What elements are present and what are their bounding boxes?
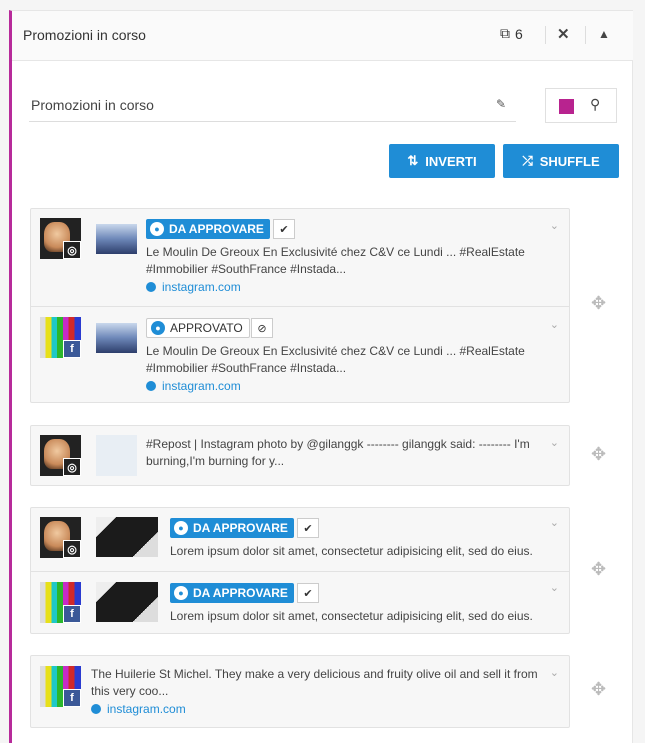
post-thumbnail: [96, 435, 137, 476]
color-swatch: [559, 99, 574, 114]
user-icon: ●: [174, 586, 188, 600]
instagram-icon: ◎: [63, 458, 81, 476]
post-count: 6: [515, 25, 523, 42]
instagram-icon: ◎: [63, 241, 81, 259]
status-badge: ● DA APPROVARE: [170, 518, 294, 538]
drag-handle-icon[interactable]: ✥: [591, 293, 606, 314]
panel-title: Promozioni in corso: [23, 27, 146, 43]
close-icon[interactable]: ✕: [557, 25, 570, 43]
header-divider: [545, 26, 546, 44]
copy-icon: ⧉: [500, 25, 510, 41]
avatar: ◎: [40, 517, 81, 558]
drag-handle-icon[interactable]: ✥: [591, 679, 606, 700]
promotions-panel: Promozioni in corso ⧉ 6 ✕ ▲ Promozioni i…: [9, 10, 633, 743]
user-icon: ●: [174, 521, 188, 535]
chevron-down-icon[interactable]: ⌄: [550, 436, 559, 449]
status-badge: ● DA APPROVARE: [170, 583, 294, 603]
post-thumbnail: [96, 582, 158, 622]
chevron-down-icon[interactable]: ⌄: [550, 666, 559, 679]
post-row: f ● APPROVATO ⊘ Le Moulin De Greoux En Ex…: [31, 306, 569, 403]
chevron-up-icon[interactable]: ▲: [598, 27, 610, 41]
post-link[interactable]: instagram.com: [146, 280, 241, 294]
name-field[interactable]: Promozioni in corso ✎: [29, 87, 516, 122]
color-picker[interactable]: ⚲: [545, 88, 617, 123]
post-row: ◎ ● DA APPROVARE ✔ Le Moulin De Greoux En…: [31, 209, 569, 306]
globe-icon: [146, 282, 156, 292]
user-icon: ●: [151, 321, 165, 335]
chevron-down-icon[interactable]: ⌄: [550, 318, 559, 331]
facebook-icon: f: [63, 689, 81, 707]
post-thumbnail: [96, 323, 137, 353]
shuffle-icon: ⤮: [522, 153, 533, 168]
post-link[interactable]: instagram.com: [91, 702, 186, 716]
globe-icon: [91, 704, 101, 714]
drag-handle-icon[interactable]: ✥: [591, 559, 606, 580]
post-row: f ● DA APPROVARE ✔ Lorem ipsum dolor sit …: [31, 571, 569, 634]
post-thumbnail: [96, 517, 158, 557]
post-group: ◎ #Repost | Instagram photo by @gilanggk…: [30, 425, 570, 486]
post-text: Le Moulin De Greoux En Exclusivité chez …: [146, 245, 525, 276]
sort-icon: ⇅: [407, 153, 419, 168]
chevron-down-icon[interactable]: ⌄: [550, 581, 559, 594]
post-text: The Huilerie St Michel. They make a very…: [91, 667, 538, 698]
chevron-down-icon[interactable]: ⌄: [550, 516, 559, 529]
avatar: f: [40, 666, 81, 707]
avatar: ◎: [40, 218, 81, 259]
eyedropper-icon[interactable]: ⚲: [590, 96, 600, 113]
drag-handle-icon[interactable]: ✥: [591, 444, 606, 465]
facebook-icon: f: [63, 340, 81, 358]
invert-button[interactable]: ⇅ INVERTI: [389, 144, 495, 178]
avatar: f: [40, 317, 81, 358]
header-divider: [585, 26, 586, 44]
post-text: Lorem ipsum dolor sit amet, consectetur …: [170, 609, 533, 623]
post-row: ◎ #Repost | Instagram photo by @gilanggk…: [31, 426, 569, 485]
instagram-icon: ◎: [63, 540, 81, 558]
status-badge: ● DA APPROVARE: [146, 219, 270, 239]
status-badge: ● APPROVATO: [146, 318, 250, 338]
post-text: Lorem ipsum dolor sit amet, consectetur …: [170, 544, 533, 558]
facebook-icon: f: [63, 605, 81, 623]
post-thumbnail: [96, 224, 137, 254]
approve-button[interactable]: ✔: [297, 583, 319, 603]
chevron-down-icon[interactable]: ⌄: [550, 219, 559, 232]
post-text: Le Moulin De Greoux En Exclusivité chez …: [146, 344, 525, 375]
avatar: ◎: [40, 435, 81, 476]
approve-button[interactable]: ✔: [273, 219, 295, 239]
shuffle-button[interactable]: ⤮ SHUFFLE: [503, 144, 619, 178]
post-group: ◎ ● DA APPROVARE ✔ Le Moulin De Greoux En…: [30, 208, 570, 403]
user-icon: ●: [150, 222, 164, 236]
shuffle-button-label: SHUFFLE: [539, 153, 600, 169]
globe-icon: [146, 381, 156, 391]
name-field-value: Promozioni in corso: [31, 97, 154, 113]
approve-button[interactable]: ✔: [297, 518, 319, 538]
avatar: f: [40, 582, 81, 623]
post-row: f The Huilerie St Michel. They make a ve…: [31, 656, 569, 727]
panel-header: Promozioni in corso ⧉ 6 ✕ ▲: [12, 11, 633, 61]
post-text: #Repost | Instagram photo by @gilanggk -…: [146, 437, 530, 468]
copy-count[interactable]: ⧉ 6: [500, 25, 523, 42]
invert-button-label: INVERTI: [425, 153, 477, 169]
post-link[interactable]: instagram.com: [146, 379, 241, 393]
pencil-icon[interactable]: ✎: [496, 97, 506, 111]
post-row: ◎ ● DA APPROVARE ✔ Lorem ipsum dolor sit …: [31, 508, 569, 571]
post-group: f The Huilerie St Michel. They make a ve…: [30, 655, 570, 728]
post-group: ◎ ● DA APPROVARE ✔ Lorem ipsum dolor sit …: [30, 507, 570, 634]
disapprove-button[interactable]: ⊘: [251, 318, 273, 338]
